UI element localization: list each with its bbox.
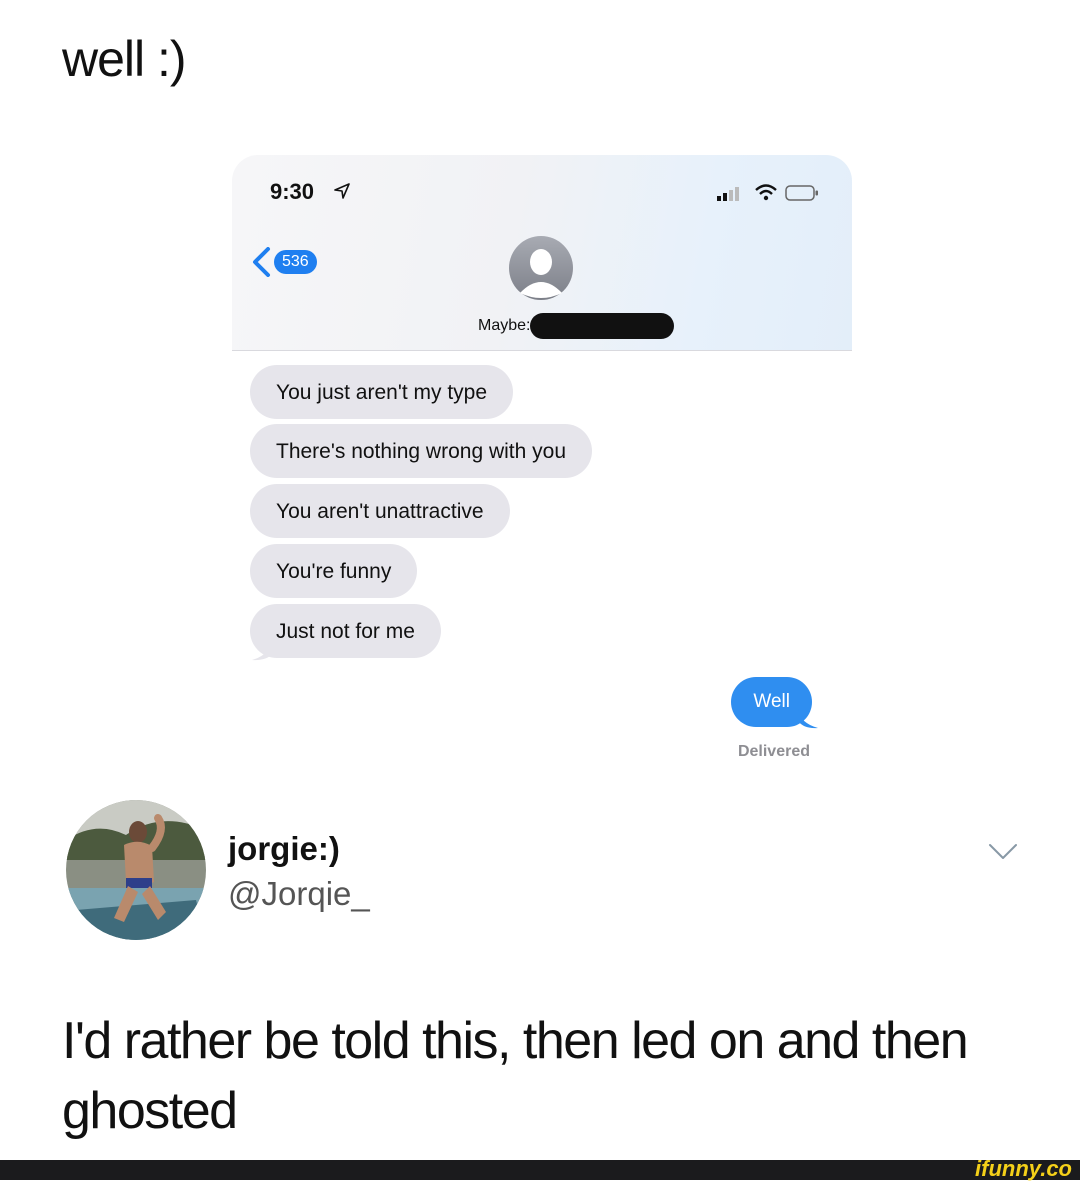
profile-photo bbox=[66, 800, 206, 940]
message-bubble-incoming[interactable]: There's nothing wrong with you bbox=[250, 424, 593, 478]
contact-name[interactable]: Maybe: bbox=[478, 313, 675, 339]
message-screenshot: 9:30 536 Maybe: You just aren't my type … bbox=[232, 155, 852, 790]
bubble-tail-outgoing bbox=[798, 709, 818, 729]
message-bubble-incoming[interactable]: Just not for me bbox=[250, 604, 441, 658]
unread-badge: 536 bbox=[274, 250, 317, 274]
footer-bar bbox=[0, 1160, 1080, 1180]
status-time: 9:30 bbox=[270, 179, 315, 204]
delivered-status: Delivered bbox=[737, 743, 810, 760]
tweet-text: I'd rather be told this, then led on and… bbox=[62, 1012, 969, 1140]
battery-icon bbox=[785, 185, 818, 201]
bubble-tail-incoming bbox=[252, 639, 274, 661]
message-bubble-incoming[interactable]: You just aren't my type bbox=[250, 365, 514, 419]
location-arrow-icon bbox=[334, 183, 350, 199]
wifi-icon bbox=[755, 184, 777, 201]
signal-icon bbox=[717, 187, 739, 201]
back-chevron-icon bbox=[253, 247, 270, 277]
back-button[interactable]: 536 bbox=[250, 247, 317, 277]
messages-header: 9:30 536 Maybe: bbox=[232, 155, 852, 351]
chevron-down-icon[interactable] bbox=[988, 842, 1018, 862]
contact-placeholder-icon[interactable] bbox=[508, 235, 574, 301]
profile-avatar[interactable] bbox=[66, 800, 206, 940]
message-bubble-incoming[interactable]: You're funny bbox=[250, 544, 418, 598]
site-watermark: ifunny.co bbox=[975, 1156, 1072, 1181]
display-name[interactable]: jorgie:) bbox=[228, 830, 340, 868]
contact-label: Maybe: bbox=[478, 317, 531, 334]
redacted-name-bar bbox=[530, 313, 675, 339]
user-handle[interactable]: @Jorqie_ bbox=[228, 875, 370, 913]
message-bubble-incoming[interactable]: You aren't unattractive bbox=[250, 484, 510, 538]
caption-top: well :) bbox=[62, 31, 187, 87]
